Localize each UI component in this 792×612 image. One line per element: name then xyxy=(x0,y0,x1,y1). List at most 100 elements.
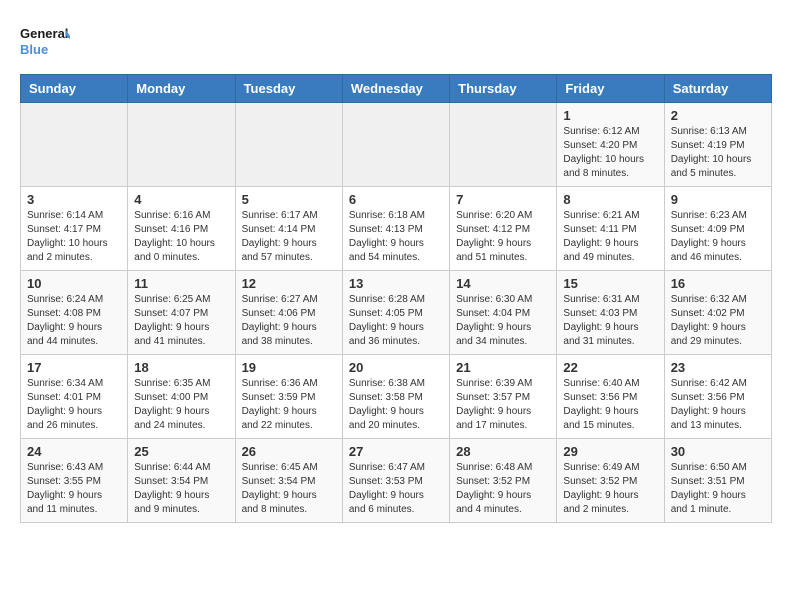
day-cell-12: 12 Sunrise: 6:27 AMSunset: 4:06 PMDayligh… xyxy=(235,271,342,355)
weekday-header-monday: Monday xyxy=(128,75,235,103)
week-row-2: 3 Sunrise: 6:14 AMSunset: 4:17 PMDaylight… xyxy=(21,187,772,271)
week-row-3: 10 Sunrise: 6:24 AMSunset: 4:08 PMDayligh… xyxy=(21,271,772,355)
day-cell-11: 11 Sunrise: 6:25 AMSunset: 4:07 PMDayligh… xyxy=(128,271,235,355)
day-info: Sunrise: 6:21 AMSunset: 4:11 PMDaylight:… xyxy=(563,209,657,265)
day-cell-15: 15Sunrise: 6:31 AMSunset: 4:03 PMDayligh… xyxy=(557,271,664,355)
day-cell-3: 3 Sunrise: 6:14 AMSunset: 4:17 PMDaylight… xyxy=(21,187,128,271)
day-info: Sunrise: 6:40 AMSunset: 3:56 PMDaylight:… xyxy=(563,377,657,433)
day-number: 6 xyxy=(349,192,443,207)
day-cell-2: 2 Sunrise: 6:13 AMSunset: 4:19 PMDaylight… xyxy=(664,103,771,187)
day-number: 4 xyxy=(134,192,228,207)
day-info: Sunrise: 6:17 AMSunset: 4:14 PMDaylight:… xyxy=(242,209,336,265)
day-cell-13: 13 Sunrise: 6:28 AMSunset: 4:05 PMDayligh… xyxy=(342,271,449,355)
day-info: Sunrise: 6:28 AMSunset: 4:05 PMDaylight:… xyxy=(349,293,443,349)
weekday-header-sunday: Sunday xyxy=(21,75,128,103)
day-info: Sunrise: 6:48 AMSunset: 3:52 PMDaylight:… xyxy=(456,461,550,517)
day-info: Sunrise: 6:30 AMSunset: 4:04 PMDaylight:… xyxy=(456,293,550,349)
day-number: 20 xyxy=(349,360,443,375)
day-cell-26: 26Sunrise: 6:45 AMSunset: 3:54 PMDayligh… xyxy=(235,439,342,523)
day-cell-8: 8 Sunrise: 6:21 AMSunset: 4:11 PMDaylight… xyxy=(557,187,664,271)
day-number: 11 xyxy=(134,276,228,291)
day-info: Sunrise: 6:35 AMSunset: 4:00 PMDaylight:… xyxy=(134,377,228,433)
day-info: Sunrise: 6:36 AMSunset: 3:59 PMDaylight:… xyxy=(242,377,336,433)
day-info: Sunrise: 6:47 AMSunset: 3:53 PMDaylight:… xyxy=(349,461,443,517)
svg-text:Blue: Blue xyxy=(20,42,48,57)
weekday-header-thursday: Thursday xyxy=(450,75,557,103)
day-number: 19 xyxy=(242,360,336,375)
day-cell-30: 30 Sunrise: 6:50 AMSunset: 3:51 PMDayligh… xyxy=(664,439,771,523)
day-number: 3 xyxy=(27,192,121,207)
day-number: 2 xyxy=(671,108,765,123)
day-cell-25: 25 Sunrise: 6:44 AMSunset: 3:54 PMDayligh… xyxy=(128,439,235,523)
day-cell-9: 9Sunrise: 6:23 AMSunset: 4:09 PMDaylight… xyxy=(664,187,771,271)
day-info: Sunrise: 6:38 AMSunset: 3:58 PMDaylight:… xyxy=(349,377,443,433)
day-number: 30 xyxy=(671,444,765,459)
day-cell-5: 5 Sunrise: 6:17 AMSunset: 4:14 PMDaylight… xyxy=(235,187,342,271)
day-cell-28: 28 Sunrise: 6:48 AMSunset: 3:52 PMDayligh… xyxy=(450,439,557,523)
day-cell-4: 4 Sunrise: 6:16 AMSunset: 4:16 PMDaylight… xyxy=(128,187,235,271)
day-info: Sunrise: 6:23 AMSunset: 4:09 PMDaylight:… xyxy=(671,209,765,265)
day-number: 26 xyxy=(242,444,336,459)
day-cell-23: 23 Sunrise: 6:42 AMSunset: 3:56 PMDayligh… xyxy=(664,355,771,439)
day-cell-6: 6 Sunrise: 6:18 AMSunset: 4:13 PMDaylight… xyxy=(342,187,449,271)
day-number: 7 xyxy=(456,192,550,207)
day-info: Sunrise: 6:43 AMSunset: 3:55 PMDaylight:… xyxy=(27,461,121,517)
weekday-header-friday: Friday xyxy=(557,75,664,103)
day-info: Sunrise: 6:24 AMSunset: 4:08 PMDaylight:… xyxy=(27,293,121,349)
day-info: Sunrise: 6:42 AMSunset: 3:56 PMDaylight:… xyxy=(671,377,765,433)
day-number: 8 xyxy=(563,192,657,207)
day-number: 24 xyxy=(27,444,121,459)
day-info: Sunrise: 6:34 AMSunset: 4:01 PMDaylight:… xyxy=(27,377,121,433)
page-header: General Blue xyxy=(20,20,772,64)
day-info: Sunrise: 6:49 AMSunset: 3:52 PMDaylight:… xyxy=(563,461,657,517)
day-number: 5 xyxy=(242,192,336,207)
day-info: Sunrise: 6:13 AMSunset: 4:19 PMDaylight:… xyxy=(671,125,765,181)
day-number: 25 xyxy=(134,444,228,459)
empty-cell xyxy=(21,103,128,187)
empty-cell xyxy=(342,103,449,187)
day-info: Sunrise: 6:20 AMSunset: 4:12 PMDaylight:… xyxy=(456,209,550,265)
weekday-header-wednesday: Wednesday xyxy=(342,75,449,103)
day-cell-21: 21Sunrise: 6:39 AMSunset: 3:57 PMDayligh… xyxy=(450,355,557,439)
day-number: 1 xyxy=(563,108,657,123)
logo-icon: General Blue xyxy=(20,20,70,64)
day-cell-22: 22Sunrise: 6:40 AMSunset: 3:56 PMDayligh… xyxy=(557,355,664,439)
day-cell-27: 27Sunrise: 6:47 AMSunset: 3:53 PMDayligh… xyxy=(342,439,449,523)
day-info: Sunrise: 6:14 AMSunset: 4:17 PMDaylight:… xyxy=(27,209,121,265)
day-info: Sunrise: 6:44 AMSunset: 3:54 PMDaylight:… xyxy=(134,461,228,517)
day-number: 17 xyxy=(27,360,121,375)
day-info: Sunrise: 6:32 AMSunset: 4:02 PMDaylight:… xyxy=(671,293,765,349)
day-info: Sunrise: 6:50 AMSunset: 3:51 PMDaylight:… xyxy=(671,461,765,517)
day-cell-29: 29Sunrise: 6:49 AMSunset: 3:52 PMDayligh… xyxy=(557,439,664,523)
day-cell-24: 24 Sunrise: 6:43 AMSunset: 3:55 PMDayligh… xyxy=(21,439,128,523)
logo: General Blue xyxy=(20,20,70,64)
day-number: 23 xyxy=(671,360,765,375)
weekday-header-tuesday: Tuesday xyxy=(235,75,342,103)
week-row-5: 24 Sunrise: 6:43 AMSunset: 3:55 PMDayligh… xyxy=(21,439,772,523)
day-cell-7: 7 Sunrise: 6:20 AMSunset: 4:12 PMDaylight… xyxy=(450,187,557,271)
day-cell-1: 1 Sunrise: 6:12 AMSunset: 4:20 PMDaylight… xyxy=(557,103,664,187)
day-number: 28 xyxy=(456,444,550,459)
weekday-header-saturday: Saturday xyxy=(664,75,771,103)
day-number: 10 xyxy=(27,276,121,291)
day-number: 13 xyxy=(349,276,443,291)
week-row-4: 17 Sunrise: 6:34 AMSunset: 4:01 PMDayligh… xyxy=(21,355,772,439)
day-number: 18 xyxy=(134,360,228,375)
weekday-header-row: SundayMondayTuesdayWednesdayThursdayFrid… xyxy=(21,75,772,103)
empty-cell xyxy=(450,103,557,187)
day-cell-17: 17 Sunrise: 6:34 AMSunset: 4:01 PMDayligh… xyxy=(21,355,128,439)
day-number: 21 xyxy=(456,360,550,375)
empty-cell xyxy=(128,103,235,187)
week-row-1: 1 Sunrise: 6:12 AMSunset: 4:20 PMDaylight… xyxy=(21,103,772,187)
day-info: Sunrise: 6:12 AMSunset: 4:20 PMDaylight:… xyxy=(563,125,657,181)
day-number: 16 xyxy=(671,276,765,291)
empty-cell xyxy=(235,103,342,187)
day-number: 12 xyxy=(242,276,336,291)
calendar-table: SundayMondayTuesdayWednesdayThursdayFrid… xyxy=(20,74,772,523)
day-info: Sunrise: 6:16 AMSunset: 4:16 PMDaylight:… xyxy=(134,209,228,265)
day-cell-16: 16 Sunrise: 6:32 AMSunset: 4:02 PMDayligh… xyxy=(664,271,771,355)
day-info: Sunrise: 6:18 AMSunset: 4:13 PMDaylight:… xyxy=(349,209,443,265)
day-info: Sunrise: 6:27 AMSunset: 4:06 PMDaylight:… xyxy=(242,293,336,349)
svg-text:General: General xyxy=(20,26,68,41)
day-info: Sunrise: 6:25 AMSunset: 4:07 PMDaylight:… xyxy=(134,293,228,349)
